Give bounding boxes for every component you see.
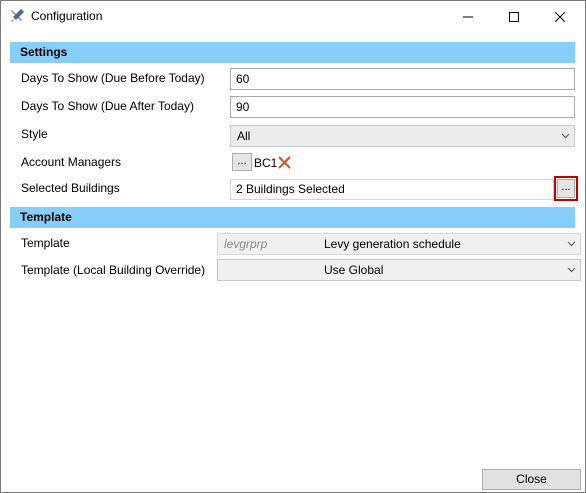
style-label: Style <box>21 127 48 141</box>
template-code: levgrprp <box>224 237 268 251</box>
title-bar[interactable]: Configuration <box>1 1 585 32</box>
style-select[interactable]: All <box>230 125 575 147</box>
template-select-value: Levy generation schedule <box>324 237 461 251</box>
chevron-down-icon <box>567 260 576 280</box>
window-title: Configuration <box>31 9 103 23</box>
account-managers-browse-button[interactable]: ... <box>232 153 252 171</box>
template-override-label: Template (Local Building Override) <box>21 263 206 277</box>
chevron-down-icon <box>567 234 576 254</box>
remove-x-icon[interactable] <box>278 156 291 172</box>
maximize-button[interactable] <box>491 1 537 32</box>
account-manager-tag: BC1 <box>254 156 278 170</box>
template-select[interactable]: levgrprp Levy generation schedule <box>217 233 581 255</box>
selected-buildings-label: Selected Buildings <box>21 181 120 195</box>
template-section-header: Template <box>10 207 575 228</box>
settings-section-header: Settings <box>10 42 575 63</box>
style-select-value: All <box>237 129 251 143</box>
chevron-down-icon <box>561 126 570 146</box>
minimize-icon <box>463 16 473 17</box>
template-label: Template <box>21 236 70 250</box>
days-after-input[interactable]: 90 <box>230 96 575 118</box>
days-after-label: Days To Show (Due After Today) <box>21 99 194 113</box>
tools-icon <box>9 8 25 24</box>
days-before-input[interactable]: 60 <box>230 68 575 90</box>
selected-buildings-browse-button[interactable]: ... <box>557 179 575 198</box>
close-icon <box>555 11 565 22</box>
template-override-value: Use Global <box>324 263 384 277</box>
selected-buildings-field: 2 Buildings Selected <box>230 179 554 200</box>
account-managers-label: Account Managers <box>21 155 122 169</box>
close-button[interactable]: Close <box>482 469 581 490</box>
minimize-button[interactable] <box>445 1 491 32</box>
close-window-button[interactable] <box>537 1 583 32</box>
maximize-icon <box>509 11 519 22</box>
template-override-select[interactable]: Use Global <box>217 259 581 281</box>
days-before-label: Days To Show (Due Before Today) <box>21 71 205 85</box>
configuration-window: Configuration Settings Days To Show (Due… <box>0 0 586 493</box>
